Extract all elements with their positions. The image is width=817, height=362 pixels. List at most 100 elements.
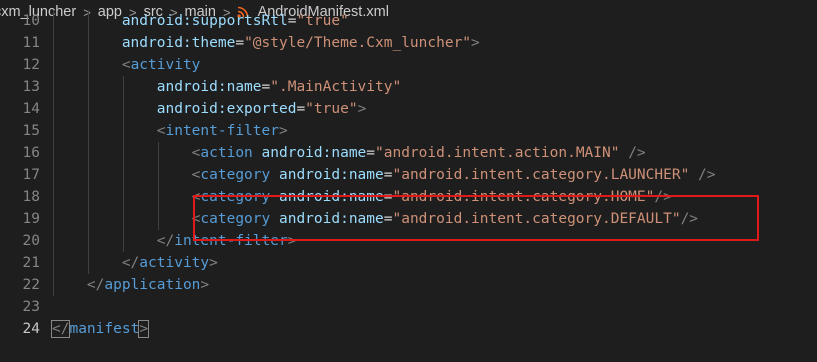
code-token-eq: = (261, 79, 271, 95)
indent-guide (53, 164, 54, 186)
indent-guide (53, 98, 54, 120)
code-token-punc: /> (680, 211, 699, 227)
code-text: </intent-filter> (157, 230, 297, 252)
code-token-str: "android.intent.action.MAIN" (375, 145, 620, 161)
line-number: 13 (22, 79, 40, 95)
line-number: 12 (22, 57, 40, 73)
indent-guide (53, 120, 54, 142)
indent-guide (122, 164, 124, 186)
code-line[interactable]: 24 </manifest> (0, 318, 817, 340)
indent-guide (87, 54, 89, 76)
line-number: 15 (22, 123, 40, 139)
code-line[interactable]: 13 android:name=".MainActivity" (0, 76, 817, 98)
code-token-tag: category (200, 167, 271, 183)
line-number: 16 (22, 145, 40, 161)
code-line[interactable]: 22 </application> (0, 274, 817, 296)
code-text: android:name=".MainActivity" (157, 76, 401, 98)
indent-guide (122, 142, 124, 164)
code-token-attr: android:name (261, 145, 367, 161)
indent-guide (53, 186, 54, 208)
code-token-attr: android:name (278, 167, 384, 183)
code-text: <category android:name="android.intent.c… (192, 164, 716, 186)
indent-guide (87, 142, 89, 164)
indent-guide (53, 10, 54, 32)
code-token-tag: intent-filter (174, 233, 288, 249)
code-line[interactable]: 12 <activity (0, 54, 817, 76)
indent-guide (53, 252, 54, 274)
code-text: </application> (87, 274, 209, 296)
code-token-str: "android.intent.category.DEFAULT" (392, 211, 681, 227)
code-token-tag: intent-filter (165, 123, 279, 139)
code-editor[interactable]: 10 android:supportsRtl="true" 11 android:th… (0, 10, 817, 362)
indent-guide (87, 164, 89, 186)
code-line[interactable]: 18 <category android:name="android.intent… (0, 186, 817, 208)
code-token-tag: activity (139, 255, 210, 271)
code-token-tag: activity (130, 57, 201, 73)
code-token-punc: /> (698, 167, 716, 183)
code-token-eq: = (296, 101, 306, 117)
indent-guide (157, 186, 159, 208)
code-token-attr: android:name (278, 211, 384, 227)
code-token-str: ".MainActivity" (270, 79, 402, 95)
line-number: 17 (22, 167, 40, 183)
indent-guide (87, 32, 89, 54)
line-number: 21 (22, 255, 40, 271)
code-text: <intent-filter> (157, 120, 288, 142)
code-token-punc: </ (121, 255, 140, 271)
code-token-eq (270, 189, 279, 205)
code-token-punc: </ (156, 233, 175, 249)
code-line[interactable]: 21 </activity> (0, 252, 817, 274)
code-token-eq: = (235, 35, 245, 51)
code-text: <activity (122, 54, 201, 76)
indent-guide (122, 186, 124, 208)
code-token-eq (689, 167, 698, 183)
code-line[interactable]: 14 android:exported="true"> (0, 98, 817, 120)
code-line[interactable]: 10 android:supportsRtl="true" (0, 10, 817, 32)
code-line[interactable]: 20 </intent-filter> (0, 230, 817, 252)
code-token-str: "true" (296, 13, 349, 29)
code-token-punc: > (200, 277, 210, 293)
code-token-eq (619, 145, 628, 161)
line-number: 24 (22, 321, 40, 337)
line-number: 23 (22, 299, 40, 315)
code-token-eq (270, 167, 279, 183)
indent-guide (87, 98, 89, 120)
code-text: <category android:name="android.intent.c… (192, 208, 698, 230)
indent-guide (53, 230, 54, 252)
code-line[interactable]: 16 <action android:name="android.intent.a… (0, 142, 817, 164)
code-token-punc: </ (50, 320, 71, 338)
indent-guide (87, 208, 89, 230)
indent-guide (87, 76, 89, 98)
code-line[interactable]: 15 <intent-filter> (0, 120, 817, 142)
code-token-attr: android:theme (121, 35, 236, 51)
indent-guide (87, 252, 89, 274)
code-token-tag: application (104, 277, 201, 293)
indent-guide (53, 76, 54, 98)
line-number: 20 (22, 233, 40, 249)
code-token-punc: > (138, 320, 150, 338)
code-token-tag: manifest (69, 321, 140, 337)
code-text: android:supportsRtl="true" (122, 10, 349, 32)
code-token-attr: android:supportsRtl (121, 13, 288, 29)
code-token-eq (253, 145, 262, 161)
indent-guide (122, 208, 124, 230)
code-text: </activity> (122, 252, 218, 274)
indent-guide (122, 98, 124, 120)
code-line[interactable]: 19 <category android:name="android.intent… (0, 208, 817, 230)
code-token-punc: /> (654, 189, 672, 205)
code-line[interactable]: 11 android:theme="@style/Theme.Cxm_lunche… (0, 32, 817, 54)
code-token-punc: > (471, 35, 480, 51)
code-line[interactable]: 23 (0, 296, 817, 318)
code-text: </manifest> (50, 318, 150, 340)
code-token-attr: android:name (278, 189, 384, 205)
code-token-punc: </ (86, 277, 105, 293)
indent-guide (157, 142, 159, 164)
indent-guide (87, 10, 89, 32)
code-token-eq (270, 211, 279, 227)
code-text: android:exported="true"> (157, 98, 367, 120)
code-line[interactable]: 17 <category android:name="android.intent… (0, 164, 817, 186)
indent-guide (122, 230, 124, 252)
code-text: <category android:name="android.intent.c… (192, 186, 672, 208)
code-token-str: "android.intent.category.LAUNCHER" (392, 167, 690, 183)
code-token-attr: android:name (156, 79, 262, 95)
